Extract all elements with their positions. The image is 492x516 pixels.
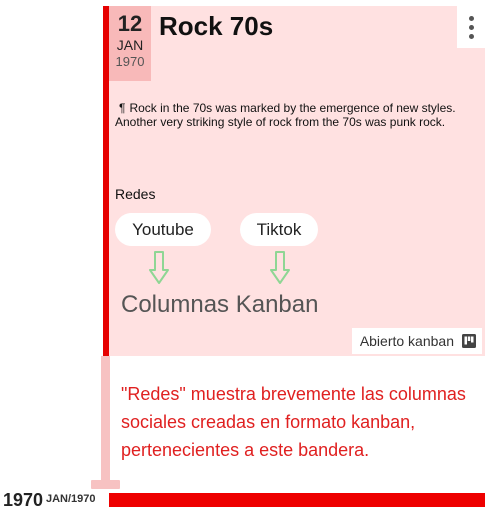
timeline-connector-foot: [91, 480, 120, 489]
status-badge[interactable]: Abierto kanban: [351, 328, 482, 354]
date-month: JAN: [116, 37, 144, 53]
card-title: Rock 70s: [159, 11, 274, 41]
event-card[interactable]: 12 JAN 1970 Rock 70s ¶ Rock in the 70s wa…: [109, 6, 485, 356]
kebab-menu-icon[interactable]: [457, 6, 485, 48]
status-label: Abierto kanban: [359, 333, 454, 349]
down-arrow-icon: [149, 251, 169, 284]
network-pill-tiktok[interactable]: Tiktok: [240, 213, 318, 246]
kanban-heading: Columnas Kanban: [121, 291, 319, 318]
timeline-connector: [101, 356, 110, 484]
date-year: 1970: [115, 54, 145, 69]
annotation-note: "Redes" muestra brevemente las columnas …: [121, 384, 466, 460]
description-text: Rock in the 70s was marked by the emerge…: [115, 101, 456, 129]
card-description: ¶ Rock in the 70s was marked by the emerg…: [115, 101, 477, 129]
down-arrow-icon: [270, 251, 290, 284]
timeline-year: 1970: [3, 490, 44, 510]
pilcrow-icon: ¶: [119, 101, 126, 115]
section-label-redes: Redes: [115, 186, 156, 202]
network-pill-youtube[interactable]: Youtube: [115, 213, 211, 246]
date-day: 12: [117, 11, 143, 36]
kanban-icon: [462, 334, 476, 348]
timeline-year-sub: JAN/1970: [46, 493, 96, 505]
timeline-year-track[interactable]: [109, 493, 485, 507]
date-box: 12 JAN 1970: [109, 6, 151, 81]
timeline-canvas: 12 JAN 1970 Rock 70s ¶ Rock in the 70s wa…: [0, 0, 492, 516]
